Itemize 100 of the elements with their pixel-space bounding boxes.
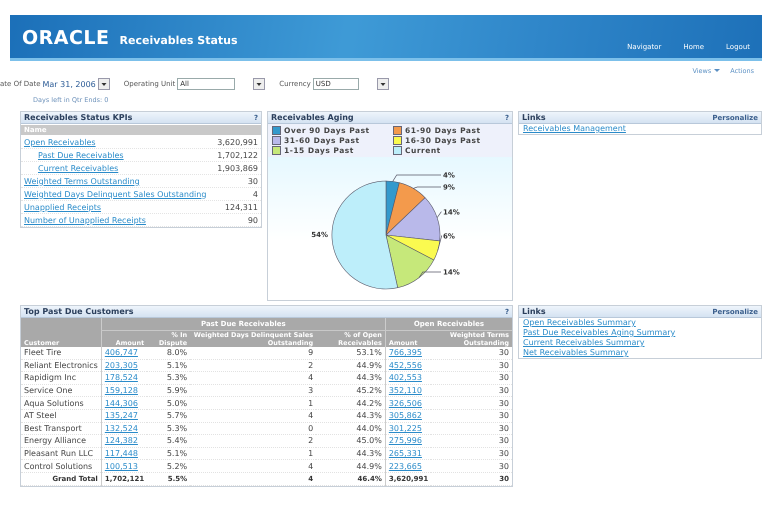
amount-link[interactable]: 132,524 [104,424,138,433]
table-cell: 30 [498,398,509,408]
table-cell: 44.2% [356,398,382,408]
oracle-logo: ORACLE [22,27,110,49]
table-cell: 2 [308,360,314,370]
table-cell: 9 [308,348,314,358]
report-link[interactable]: Net Receivables Summary [523,348,628,357]
amount-link[interactable]: 159,128 [104,386,138,396]
amount-link[interactable]: 301,225 [388,424,422,433]
kpi-link[interactable]: Open Receivables [24,138,96,146]
table-cell: Fleet Tire [24,348,62,358]
kpi-value: 4 [252,190,258,198]
kpi-value: 90 [248,216,258,224]
amount-link[interactable]: 275,996 [388,436,422,446]
report-link[interactable]: Past Due Receivables Aging Summary [523,328,676,337]
kpi-link[interactable]: Weighted Days Delinquent Sales Outstanding [24,190,206,198]
leader-line [437,236,442,252]
report-link[interactable]: Current Receivables Summary [523,338,644,347]
amount-link[interactable]: 406,747 [104,348,138,358]
table-cell: 45.2% [356,386,382,396]
table-cell: 30 [498,373,509,382]
table-cell: 30 [498,449,509,458]
table-cell: 44.9% [356,462,382,471]
table-cell: 1 [308,398,314,408]
report-link[interactable]: Open Receivables Summary [523,318,636,327]
table-cell: 45.0% [356,436,382,446]
table-cell: 4 [308,411,314,420]
table-cell: 53.1% [356,348,382,358]
table-cell: 44.3% [356,411,382,420]
kpi-value: 30 [248,176,258,186]
table-cell: 5.2% [166,462,188,471]
table-cell: 30 [498,411,509,420]
table-cell: Best Transport [24,424,82,433]
dropdown-icon[interactable] [98,78,110,90]
table-cell: 5.7% [166,411,188,420]
table-cell: 4 [308,462,314,471]
amount-link[interactable]: 178,524 [104,373,138,382]
kpi-value: 3,620,991 [217,138,258,146]
table-cell: 5.1% [166,449,188,458]
table-cell: 5.1% [166,360,188,370]
kpi-link[interactable]: Unapplied Receipts [24,202,102,212]
amount-link[interactable]: 144,306 [104,398,138,408]
table-cell: 2 [308,436,314,446]
portlet-title: Links [522,307,546,316]
table-cell: 44.3% [356,373,382,382]
table-cell: 1 [308,449,314,458]
leader-line [392,174,442,182]
kpi-value: 1,903,869 [217,164,258,172]
amount-link[interactable]: 402,553 [388,373,422,382]
table-cell: 44.0% [356,424,382,433]
table-cell: 30 [498,348,509,358]
leader-line [412,186,442,189]
table-cell: 5.4% [166,436,188,446]
amount-link[interactable]: 352,110 [388,386,422,396]
table-cell: Control Solutions [24,462,92,471]
table-cell: 44.3% [356,449,382,458]
amount-link[interactable]: 203,305 [104,360,138,370]
table-cell: Reliant Electronics [24,360,98,370]
table-cell: 0 [308,424,314,433]
kpi-link[interactable]: Weighted Terms Outstanding [24,176,140,186]
leader-line [418,272,442,278]
amount-link[interactable]: 452,556 [388,360,422,370]
portlet-title: Top Past Due Customers [24,307,134,316]
amount-link[interactable]: 265,331 [388,449,422,458]
dropdown-icon[interactable] [376,78,389,90]
table-cell: 30 [498,360,509,370]
amount-link[interactable]: 135,247 [104,411,138,420]
table-cell: 30 [498,386,509,396]
table-cell: Rapidigm Inc [24,373,76,382]
app-title: Receivables Status [120,34,238,46]
kpi-link[interactable]: Current Receivables [38,164,118,172]
amount-link[interactable]: 326,506 [388,398,422,408]
amount-link[interactable]: 100,513 [104,462,138,471]
amount-link[interactable]: 305,862 [388,411,422,420]
amount-link[interactable]: 124,382 [104,436,138,446]
table-cell: Energy Alliance [24,436,86,446]
table-cell: 44.9% [356,360,382,370]
kpi-value: 124,311 [224,202,258,212]
table-cell: 30 [498,424,509,433]
table-cell: 3 [308,386,314,396]
amount-link[interactable]: 766,395 [388,348,422,358]
date-value[interactable]: Mar 31, 2006 [42,80,96,88]
table-cell: AT Steel [24,411,57,420]
amount-link[interactable]: 117,448 [104,449,138,458]
report-link[interactable]: Receivables Management [523,124,626,133]
table-cell: 5.3% [166,373,188,382]
table-cell: 5.0% [166,398,188,408]
portlet-title: Links [522,113,546,122]
kpi-link[interactable]: Past Due Receivables [38,150,124,160]
table-cell: 5.3% [166,424,188,433]
dropdown-icon[interactable] [253,78,266,90]
kpi-link[interactable]: Number of Unapplied Receipts [24,216,146,224]
amount-link[interactable]: 223,665 [388,462,422,471]
table-cell: 4 [308,373,314,382]
leader-line [436,212,442,218]
table-cell: Pleasant Run LLC [24,449,94,458]
portlet-title: Receivables Aging [271,113,354,122]
table-cell: 8.0% [166,348,188,358]
table-cell: 30 [498,462,509,471]
table-cell: Aqua Solutions [24,398,84,408]
